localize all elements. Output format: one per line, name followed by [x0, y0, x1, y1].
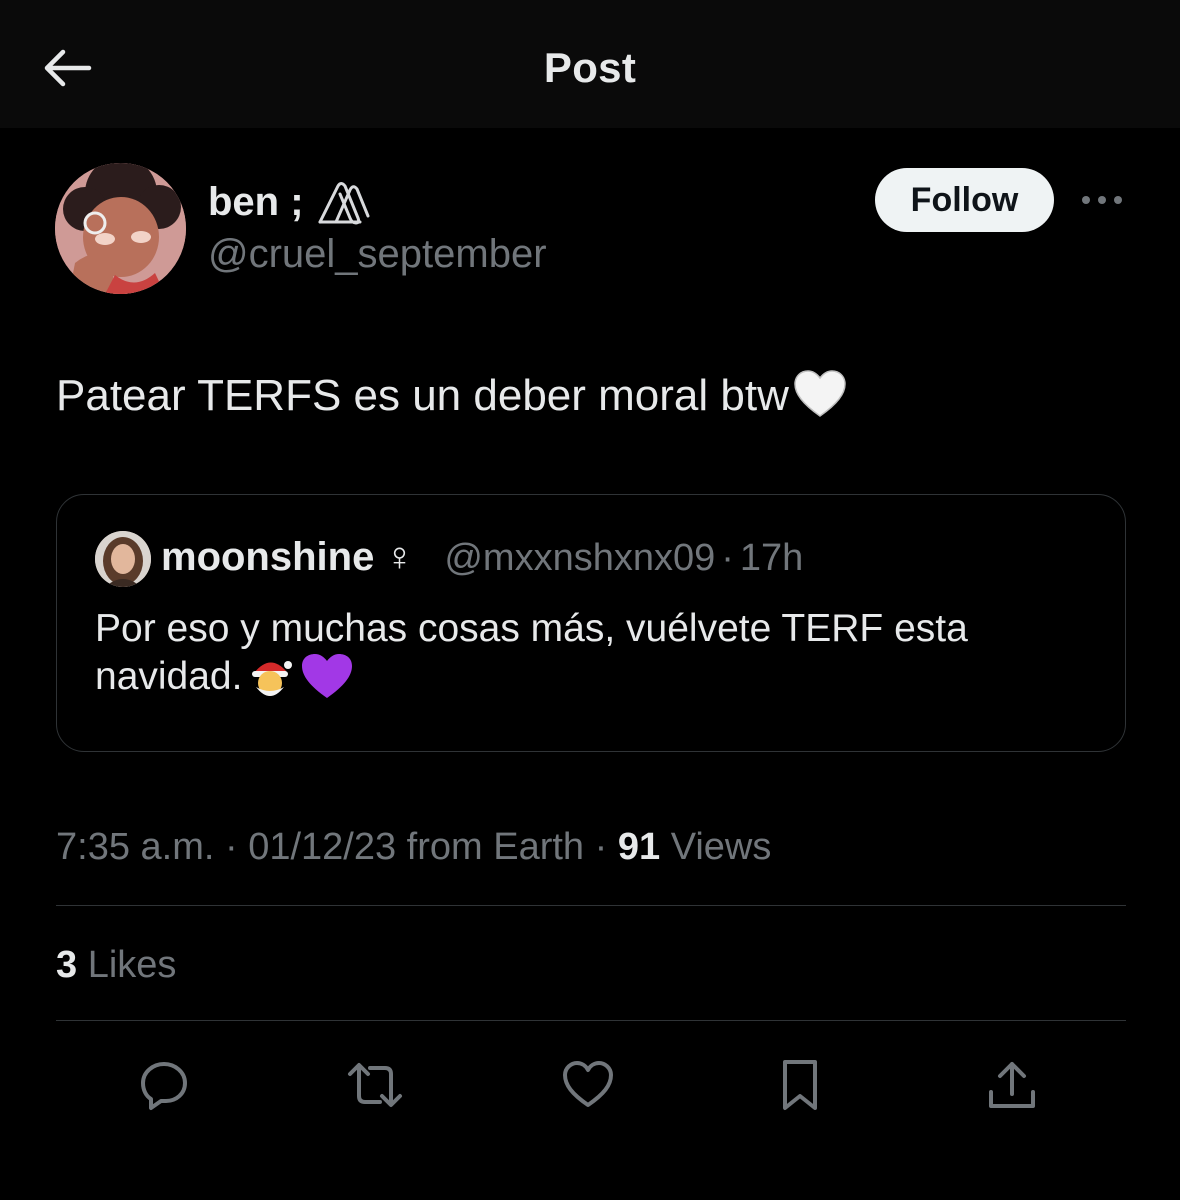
avatar-illustration [55, 163, 186, 294]
meta-separator: · [594, 826, 608, 868]
views-label: Views [670, 826, 772, 868]
more-options-button[interactable] [1078, 180, 1126, 220]
post-time: 7:35 a.m. [56, 826, 215, 868]
quoted-timestamp: 17h [739, 537, 804, 579]
bookmark-icon [783, 1060, 817, 1110]
quoted-text-content: Por eso y muchas cosas más, vuélvete TER… [95, 607, 968, 698]
quoted-display-name: moonshine [161, 535, 375, 579]
divider [56, 905, 1126, 906]
share-icon [989, 1062, 1035, 1108]
white-heart-icon [793, 370, 847, 420]
purple-heart-icon [300, 653, 354, 701]
top-bar: Post [0, 0, 1180, 128]
meta-separator: · [224, 826, 238, 868]
paperclip-icon [314, 178, 374, 226]
quoted-post[interactable]: moonshine ♀ @mxxnshxnx09 · 17h Por eso y… [56, 494, 1126, 752]
post-metadata: 7:35 a.m. · 01/12/23 from Earth · 91 Vie… [56, 826, 771, 869]
share-button[interactable] [983, 1056, 1041, 1114]
views-count: 91 [617, 826, 661, 868]
like-icon [563, 1061, 613, 1107]
quoted-handle: @mxxnshxnx09 [444, 537, 716, 579]
author-avatar[interactable] [55, 163, 186, 294]
repost-icon [348, 1063, 402, 1107]
post-text-content: Patear TERFS es un deber moral btw [56, 371, 789, 420]
like-button[interactable] [559, 1056, 617, 1114]
author-display-name: ben ; [208, 179, 304, 224]
divider [56, 1020, 1126, 1021]
likes-label: Likes [87, 944, 177, 986]
santa-icon [246, 653, 294, 701]
follow-button[interactable]: Follow [875, 168, 1054, 232]
reply-icon [141, 1062, 187, 1110]
quoted-text: Por eso y muchas cosas más, vuélvete TER… [95, 605, 1095, 701]
reply-button[interactable] [135, 1056, 193, 1114]
quoted-header: moonshine ♀ @mxxnshxnx09 · 17h [161, 535, 803, 580]
female-symbol: ♀ [384, 535, 415, 579]
author-handle[interactable]: @cruel_september [208, 232, 547, 277]
more-horizontal-icon [1082, 196, 1122, 204]
author-name-row[interactable]: ben ; [208, 178, 374, 226]
quoted-separator: · [721, 537, 734, 579]
post-text: Patear TERFS es un deber moral btw [56, 370, 847, 421]
repost-button[interactable] [346, 1056, 404, 1114]
quoted-avatar [95, 531, 151, 587]
page-title: Post [543, 44, 637, 91]
post-date: 01/12/23 from Earth [248, 826, 585, 868]
bookmark-button[interactable] [771, 1056, 829, 1114]
likes-count: 3 [56, 944, 78, 986]
likes-summary[interactable]: 3 Likes [56, 944, 176, 987]
